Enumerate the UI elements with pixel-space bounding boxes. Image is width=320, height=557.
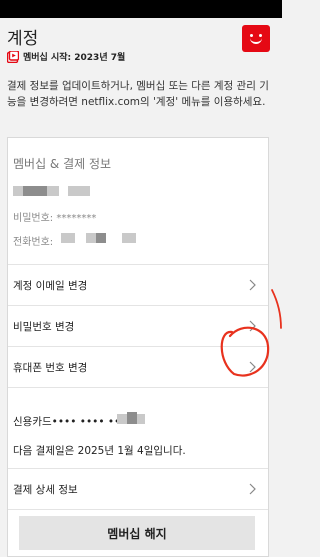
- membership-icon: [7, 50, 19, 63]
- membership-card: 멤버십 & 결제 정보 비밀번호: ******** 전화번호: 계정 이메일 …: [7, 137, 269, 557]
- redacted-card-part: [127, 412, 137, 424]
- phone-field: 전화번호:: [13, 237, 54, 248]
- redacted-card-part: [137, 414, 145, 424]
- redacted-card: [117, 414, 127, 424]
- page-title: 계정: [7, 29, 39, 49]
- chevron-right-icon: [249, 483, 256, 495]
- change-email-label: 계정 이메일 변경: [13, 279, 88, 292]
- member-since-text: 멤버십 시작: 2023년 7월: [23, 53, 126, 63]
- divider: [8, 509, 268, 510]
- billing-details-label: 결제 상세 정보: [13, 483, 78, 496]
- avatar-smile: [250, 38, 262, 44]
- divider: [8, 387, 268, 388]
- chevron-right-icon: [249, 279, 256, 291]
- change-phone-label: 휴대폰 번호 변경: [13, 361, 88, 374]
- redacted-phone-part: [86, 233, 96, 243]
- redacted-phone-part: [96, 233, 106, 243]
- status-bar: [0, 0, 282, 18]
- member-since: 멤버십 시작: 2023년 7월: [7, 50, 125, 63]
- redacted-email: [13, 186, 23, 196]
- next-payment-date: 다음 결제일은 2025년 1월 4일입니다.: [13, 445, 186, 457]
- redacted-email-part: [23, 186, 35, 196]
- redacted-email-part: [35, 186, 47, 196]
- profile-avatar[interactable]: [242, 25, 270, 52]
- chevron-right-icon: [249, 320, 256, 332]
- redacted-phone-part: [122, 233, 136, 243]
- change-password-row[interactable]: 비밀번호 변경: [8, 306, 268, 346]
- change-phone-row[interactable]: 휴대폰 번호 변경: [8, 347, 268, 387]
- membership-section-title: 멤버십 & 결제 정보: [13, 157, 112, 171]
- redacted-email-part: [47, 186, 59, 196]
- avatar-eye-right: [259, 34, 262, 37]
- chevron-right-icon: [249, 361, 256, 373]
- credit-card-label: 신용카드•••• •••• ••••: [13, 416, 133, 428]
- password-field: 비밀번호: ********: [13, 213, 97, 224]
- cancel-membership-button[interactable]: 멤버십 해지: [19, 516, 255, 550]
- redacted-email-part: [68, 186, 90, 196]
- billing-details-row[interactable]: 결제 상세 정보: [8, 469, 268, 509]
- account-description: 결제 정보를 업데이트하거나, 멤버십 또는 다른 계정 관리 기능을 변경하려…: [7, 80, 269, 108]
- change-email-row[interactable]: 계정 이메일 변경: [8, 265, 268, 305]
- redacted-phone: [61, 233, 75, 243]
- change-password-label: 비밀번호 변경: [13, 320, 75, 333]
- avatar-eye-left: [250, 34, 253, 37]
